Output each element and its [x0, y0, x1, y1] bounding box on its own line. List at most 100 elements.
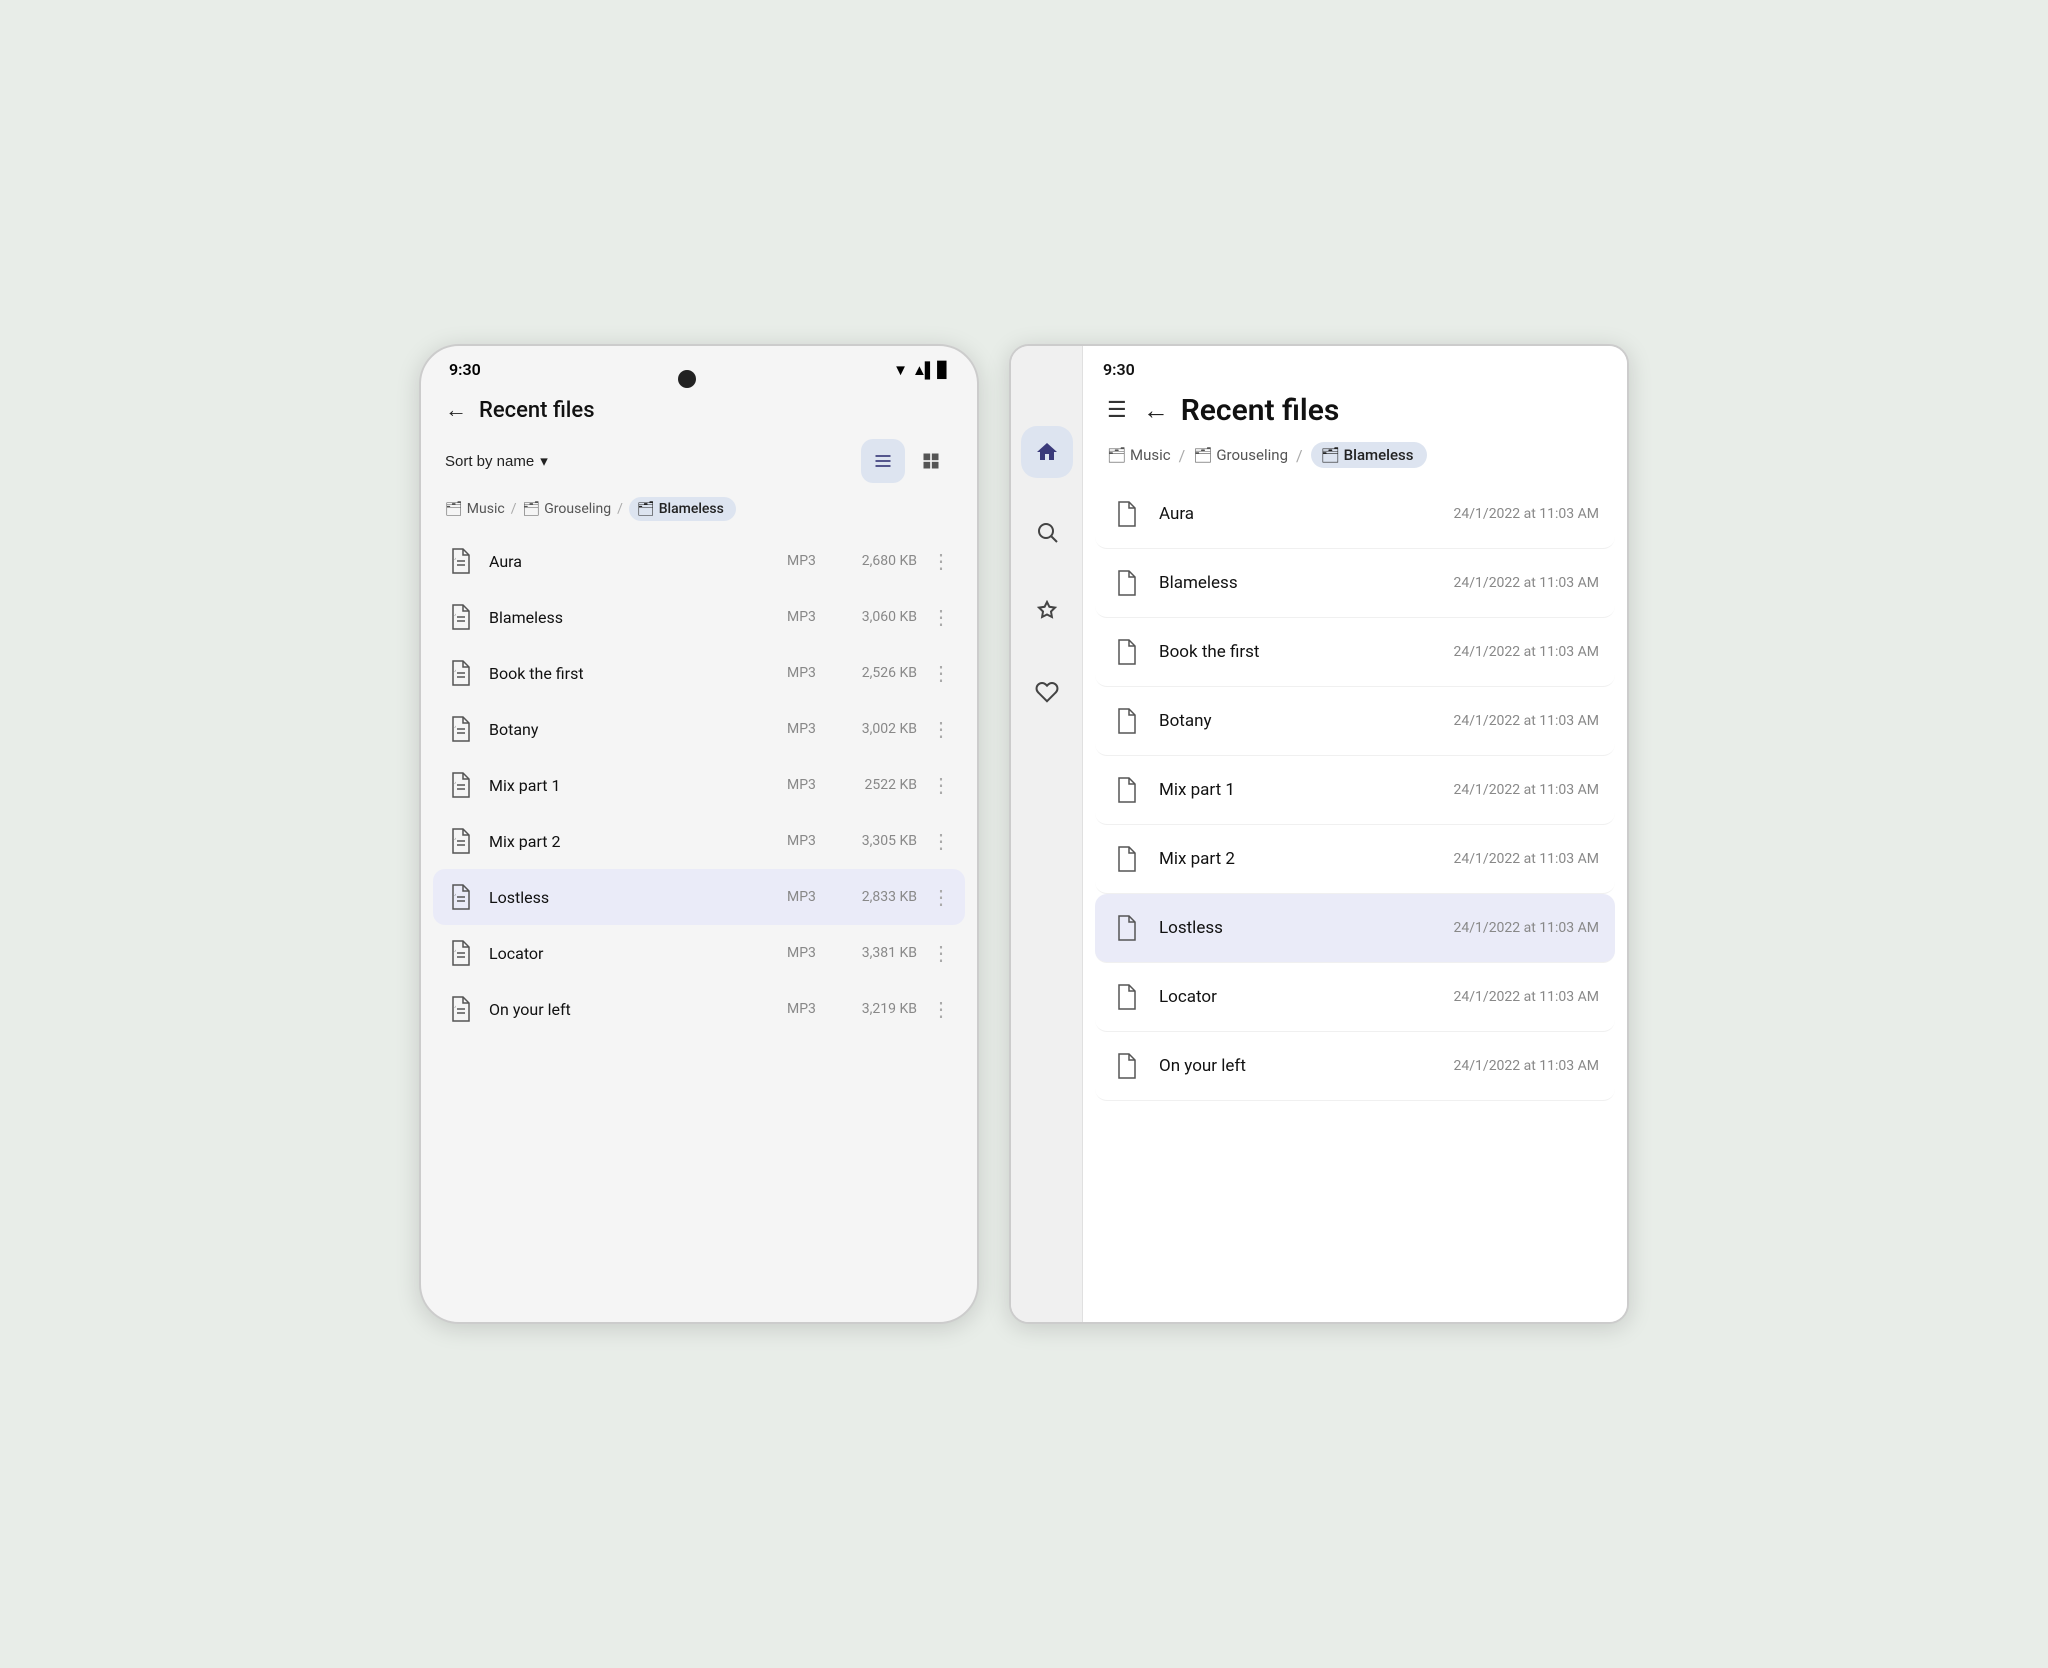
nav-search[interactable] [1021, 506, 1073, 558]
file-size: 2,526 KB [847, 665, 917, 681]
phone-file-item[interactable]: ♪ Botany MP3 3,002 KB ⋮ [433, 701, 965, 757]
screen-wrapper: 9:30 ▼ ▲▌ ▊ ← Recent files Sort by name … [399, 304, 1649, 1364]
phone-file-item[interactable]: ♪ Aura MP3 2,680 KB ⋮ [433, 533, 965, 589]
hamburger-menu-icon[interactable]: ☰ [1107, 398, 1127, 423]
tablet-bc-grouseling[interactable]: 🗂 Grouseling [1193, 446, 1288, 464]
status-icons: ▼ ▲▌ ▊ [893, 361, 949, 379]
nav-favorites[interactable] [1021, 666, 1073, 718]
svg-text:♪: ♪ [454, 836, 456, 841]
file-type: MP3 [787, 1001, 835, 1017]
file-size: 2,833 KB [847, 889, 917, 905]
tablet-file-date: 24/1/2022 at 11:03 AM [1454, 851, 1599, 867]
tablet-file-item[interactable]: Botany 24/1/2022 at 11:03 AM [1095, 687, 1615, 756]
tablet-file-item[interactable]: On your left 24/1/2022 at 11:03 AM [1095, 1032, 1615, 1101]
tablet-bc-sep-1: / [1179, 446, 1186, 465]
file-type: MP3 [787, 609, 835, 625]
file-icon: ♪ [445, 993, 477, 1025]
nav-home[interactable] [1021, 426, 1073, 478]
breadcrumb-music[interactable]: 🗂 Music [445, 501, 505, 517]
breadcrumb-grouseling-label: Grouseling [544, 501, 611, 517]
breadcrumb-grouseling[interactable]: 🗂 Grouseling [522, 501, 611, 517]
tablet-file-item[interactable]: Mix part 1 24/1/2022 at 11:03 AM [1095, 756, 1615, 825]
phone-file-item[interactable]: ♪ Mix part 2 MP3 3,305 KB ⋮ [433, 813, 965, 869]
tablet-file-item[interactable]: Locator 24/1/2022 at 11:03 AM [1095, 963, 1615, 1032]
tablet-file-item[interactable]: Mix part 2 24/1/2022 at 11:03 AM [1095, 825, 1615, 894]
phone-file-item[interactable]: ♪ Blameless MP3 3,060 KB ⋮ [433, 589, 965, 645]
tablet-file-name: Locator [1159, 987, 1438, 1007]
wifi-icon: ▼ [893, 361, 908, 379]
phone-file-item[interactable]: ♪ Mix part 1 MP3 2522 KB ⋮ [433, 757, 965, 813]
file-name: Lostless [489, 888, 775, 907]
breadcrumb-blameless[interactable]: 🗂 Blameless [629, 497, 736, 521]
tablet-file-icon [1111, 1050, 1143, 1082]
file-name: Mix part 2 [489, 832, 775, 851]
tablet-file-item[interactable]: Lostless 24/1/2022 at 11:03 AM [1095, 894, 1615, 963]
more-options-icon[interactable]: ⋮ [929, 661, 953, 685]
tablet-file-date: 24/1/2022 at 11:03 AM [1454, 920, 1599, 936]
tablet-bc-blameless-label: Blameless [1344, 446, 1414, 464]
more-options-icon[interactable]: ⋮ [929, 829, 953, 853]
tablet-file-item[interactable]: Book the first 24/1/2022 at 11:03 AM [1095, 618, 1615, 687]
more-options-icon[interactable]: ⋮ [929, 605, 953, 629]
grid-view-button[interactable] [909, 439, 953, 483]
more-options-icon[interactable]: ⋮ [929, 997, 953, 1021]
more-options-icon[interactable]: ⋮ [929, 941, 953, 965]
list-icon [873, 451, 893, 471]
battery-icon: ▊ [937, 361, 949, 379]
tablet-file-date: 24/1/2022 at 11:03 AM [1454, 1058, 1599, 1074]
tablet-file-date: 24/1/2022 at 11:03 AM [1454, 575, 1599, 591]
tablet-file-date: 24/1/2022 at 11:03 AM [1454, 989, 1599, 1005]
tablet-main: 9:30 ☰ ← Recent files 🗂 Music / 🗂 Grouse… [1083, 346, 1627, 1322]
file-icon: ♪ [445, 545, 477, 577]
tablet-file-icon [1111, 705, 1143, 737]
file-icon: ♪ [445, 601, 477, 633]
more-options-icon[interactable]: ⋮ [929, 885, 953, 909]
tablet-folder-icon-2: 🗂 [1193, 446, 1212, 464]
more-options-icon[interactable]: ⋮ [929, 717, 953, 741]
phone-file-item[interactable]: ♪ Lostless MP3 2,833 KB ⋮ [433, 869, 965, 925]
home-icon [1035, 440, 1059, 464]
file-name: Blameless [489, 608, 775, 627]
more-options-icon[interactable]: ⋮ [929, 773, 953, 797]
tablet-file-item[interactable]: Aura 24/1/2022 at 11:03 AM [1095, 480, 1615, 549]
tablet-bc-grouseling-label: Grouseling [1216, 446, 1288, 464]
tablet-bc-music-label: Music [1130, 446, 1171, 464]
tablet-bc-music[interactable]: 🗂 Music [1107, 446, 1171, 464]
phone-file-item[interactable]: ♪ Locator MP3 3,381 KB ⋮ [433, 925, 965, 981]
badge-icon [1035, 600, 1059, 624]
phone-time: 9:30 [449, 360, 481, 379]
chevron-down-icon: ▾ [540, 452, 548, 470]
folder-icon-2: 🗂 [522, 501, 540, 517]
phone-file-item[interactable]: ♪ Book the first MP3 2,526 KB ⋮ [433, 645, 965, 701]
file-icon: ♪ [445, 657, 477, 689]
file-size: 3,381 KB [847, 945, 917, 961]
file-name: Botany [489, 720, 775, 739]
file-icon: ♪ [445, 825, 477, 857]
tablet-file-item[interactable]: Blameless 24/1/2022 at 11:03 AM [1095, 549, 1615, 618]
tablet-file-name: Mix part 2 [1159, 849, 1438, 869]
right-tablet: 9:30 ☰ ← Recent files 🗂 Music / 🗂 Grouse… [1009, 344, 1629, 1324]
breadcrumb-sep-1: / [511, 501, 517, 517]
folder-icon: 🗂 [445, 501, 463, 517]
heart-icon [1035, 680, 1059, 704]
tablet-file-icon [1111, 498, 1143, 530]
breadcrumb-music-label: Music [467, 501, 505, 517]
tablet-header: ☰ ← Recent files [1083, 383, 1627, 438]
more-options-icon[interactable]: ⋮ [929, 549, 953, 573]
sort-button[interactable]: Sort by name ▾ [445, 452, 548, 470]
file-icon: ♪ [445, 769, 477, 801]
back-button[interactable]: ← [445, 397, 467, 423]
svg-text:♪: ♪ [454, 780, 456, 785]
tablet-back-button[interactable]: ← [1143, 395, 1169, 426]
tablet-file-list: Aura 24/1/2022 at 11:03 AM Blameless 24/… [1083, 480, 1627, 1322]
nav-verified[interactable] [1021, 586, 1073, 638]
grid-icon [921, 451, 941, 471]
phone-status-bar: 9:30 ▼ ▲▌ ▊ [421, 346, 977, 385]
list-view-button[interactable] [861, 439, 905, 483]
file-type: MP3 [787, 777, 835, 793]
file-name: Aura [489, 552, 775, 571]
tablet-bc-blameless[interactable]: 🗂 Blameless [1311, 442, 1428, 468]
phone-file-item[interactable]: ♪ On your left MP3 3,219 KB ⋮ [433, 981, 965, 1037]
sort-toolbar: Sort by name ▾ [421, 431, 977, 491]
tablet-nav [1011, 346, 1083, 1322]
